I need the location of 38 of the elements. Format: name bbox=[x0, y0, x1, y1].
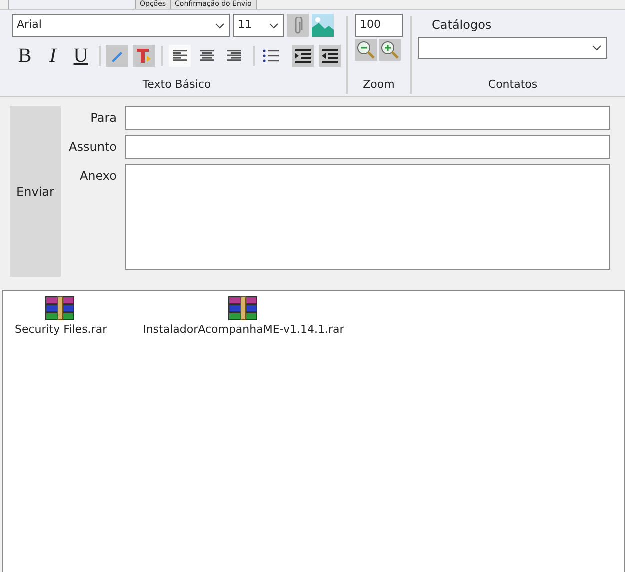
dropdown-caret-icon bbox=[215, 22, 225, 28]
group-label: Contatos bbox=[488, 76, 538, 92]
catalogs-label: Catálogos bbox=[432, 17, 493, 34]
input-field[interactable] bbox=[125, 135, 610, 159]
dropdown-caret-icon bbox=[592, 45, 602, 51]
attachment-area[interactable] bbox=[125, 164, 610, 270]
text-color-icon[interactable] bbox=[133, 45, 155, 67]
input-field[interactable] bbox=[125, 106, 610, 130]
align-icon bbox=[173, 50, 187, 62]
align-icon bbox=[200, 50, 214, 62]
field-label: Para bbox=[90, 110, 117, 127]
group-label: Texto Básico bbox=[142, 76, 212, 92]
zoom-field[interactable]: 100 bbox=[355, 14, 403, 37]
zoom-in-icon[interactable] bbox=[379, 39, 401, 61]
file-name: InstaladorAcompanhaME-v1.14.1.rar bbox=[143, 322, 344, 338]
format-button[interactable]: I bbox=[40, 44, 66, 68]
format-button[interactable]: B bbox=[12, 44, 38, 68]
file-name: Security Files.rar bbox=[15, 322, 108, 338]
align-icon bbox=[227, 50, 241, 62]
group-label: Zoom bbox=[363, 76, 395, 92]
image-icon[interactable] bbox=[312, 14, 334, 37]
field-label: Anexo bbox=[78, 168, 117, 185]
file-item[interactable]: Security Files.rar bbox=[15, 296, 108, 338]
send-button[interactable]: Enviar bbox=[10, 106, 61, 277]
zoom-out-icon[interactable] bbox=[355, 39, 377, 61]
catalogs-dropdown[interactable] bbox=[418, 37, 607, 59]
align-button[interactable] bbox=[169, 45, 191, 67]
highlight-pen-icon[interactable] bbox=[106, 45, 128, 67]
format-button[interactable]: U bbox=[68, 44, 94, 68]
file-item[interactable]: InstaladorAcompanhaME-v1.14.1.rar bbox=[143, 296, 344, 338]
paperclip-icon[interactable] bbox=[287, 14, 309, 37]
field-label: Assunto bbox=[69, 139, 117, 156]
outdent-icon[interactable] bbox=[319, 45, 341, 67]
bullet-list-icon[interactable] bbox=[263, 49, 279, 63]
font-dropdown[interactable]: Arial bbox=[12, 14, 230, 37]
size-dropdown[interactable]: 11 bbox=[233, 14, 284, 37]
indent-icon[interactable] bbox=[292, 45, 314, 67]
dropdown-caret-icon bbox=[269, 22, 279, 28]
